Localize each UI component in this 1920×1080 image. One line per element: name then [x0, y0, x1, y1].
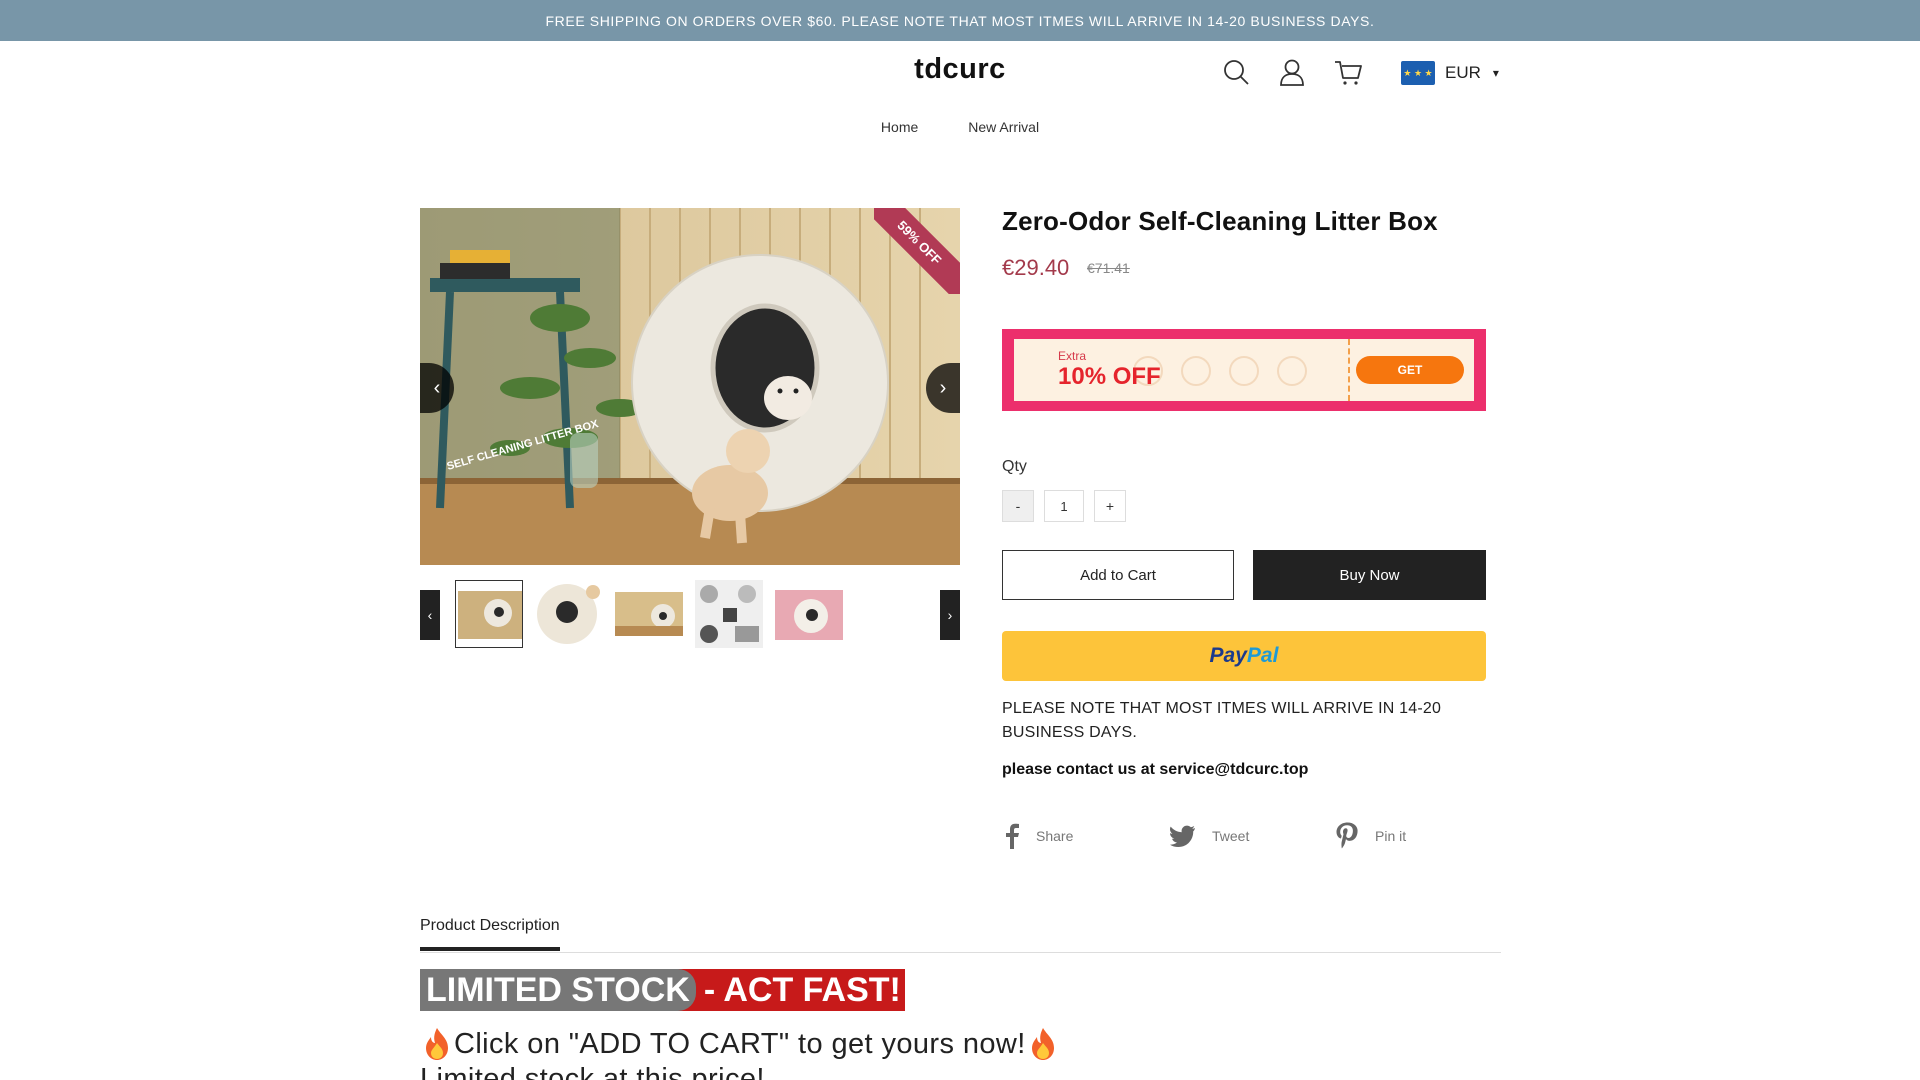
thumbnail-next-button[interactable]: ›: [940, 590, 960, 640]
qty-label: Qty: [1002, 458, 1027, 475]
cart-icon[interactable]: [1334, 58, 1362, 86]
store-logo[interactable]: tdcurc: [0, 53, 1920, 86]
description-line: Click on "ADD TO CART" to get yours now!: [420, 1026, 1060, 1062]
qty-increase-button[interactable]: +: [1094, 490, 1126, 522]
share-pinterest[interactable]: Pin it: [1335, 822, 1406, 850]
paypal-button[interactable]: Pay Pal: [1002, 631, 1486, 681]
share-pinterest-label: Pin it: [1375, 828, 1407, 844]
product-title: Zero-Odor Self-Cleaning Litter Box: [1002, 206, 1438, 236]
search-icon[interactable]: [1222, 58, 1250, 86]
thumbnail[interactable]: [695, 580, 763, 648]
thumbnail-prev-button[interactable]: ‹: [420, 590, 440, 640]
compare-price: €71.41: [1087, 260, 1130, 276]
thumbnail-strip: ‹ ›: [420, 580, 960, 650]
twitter-icon: [1170, 825, 1195, 847]
chevron-right-icon: ›: [939, 376, 947, 399]
facebook-icon: [1006, 823, 1019, 849]
product-price: €29.40: [1002, 255, 1070, 280]
chevron-left-icon: ‹: [433, 376, 441, 399]
share-facebook[interactable]: Share: [1004, 822, 1073, 850]
coupon-discount: 10% OFF: [1058, 363, 1161, 390]
banner-text-part1: LIMITED STOCK: [420, 969, 696, 1011]
coupon-divider: [1348, 339, 1350, 401]
buy-now-button[interactable]: Buy Now: [1253, 550, 1486, 600]
paypal-logo-part1: Pay: [1209, 644, 1247, 667]
limited-stock-banner: LIMITED STOCK - ACT FAST!: [420, 969, 905, 1011]
chevron-right-icon: ›: [947, 607, 953, 623]
chevron-down-icon: ▾: [1492, 66, 1499, 80]
add-to-cart-button[interactable]: Add to Cart: [1002, 550, 1234, 600]
discount-ribbon: 59% OFF: [874, 208, 960, 294]
fire-icon: [1031, 1028, 1054, 1060]
thumbnail[interactable]: [775, 580, 843, 648]
banner-text-part2: - ACT FAST!: [703, 970, 901, 1009]
tab-product-description[interactable]: Product Description: [420, 917, 560, 951]
share-twitter-label: Tweet: [1212, 828, 1250, 844]
currency-label: EUR: [1445, 63, 1481, 82]
user-icon[interactable]: [1278, 58, 1306, 86]
product-main-image[interactable]: SELF CLEANING LITTER BOX 59% OFF: [420, 208, 960, 565]
coupon-extra-label: Extra: [1058, 349, 1087, 363]
discount-badge: 59% OFF: [874, 208, 960, 294]
coupon-pattern: [1134, 356, 1307, 386]
chevron-left-icon: ‹: [427, 607, 433, 623]
shipping-notice: PLEASE NOTE THAT MOST ITMES WILL ARRIVE …: [1002, 700, 1442, 741]
thumbnail[interactable]: [455, 580, 523, 648]
paypal-logo-part2: Pal: [1246, 644, 1279, 667]
eu-flag-icon: ★ ★ ★: [1401, 61, 1435, 85]
share-facebook-label: Share: [1036, 828, 1074, 844]
contact-text: please contact us at service@tdcurc.top: [1002, 761, 1309, 778]
qty-input[interactable]: [1044, 490, 1084, 522]
thumbnail[interactable]: [615, 580, 683, 648]
share-twitter[interactable]: Tweet: [1170, 822, 1249, 850]
qty-decrease-button[interactable]: -: [1002, 490, 1034, 522]
description-line-2: Limited stock at this price!: [420, 1063, 765, 1080]
nav-home[interactable]: Home: [881, 119, 918, 135]
currency-selector[interactable]: ★ ★ ★ EUR ▾: [1401, 60, 1499, 86]
coupon-get-button[interactable]: GET: [1356, 356, 1464, 384]
nav-new-arrival[interactable]: New Arrival: [968, 119, 1039, 135]
coupon-ticket: Extra 10% OFF GET: [1014, 339, 1474, 401]
main-nav: Home New Arrival: [0, 119, 1920, 135]
coupon-banner: Extra 10% OFF GET: [1002, 329, 1486, 411]
description-cta-text: Click on "ADD TO CART" to get yours now!: [454, 1027, 1026, 1060]
pinterest-icon: [1336, 822, 1358, 849]
thumbnail[interactable]: [535, 580, 603, 648]
announcement-bar: FREE SHIPPING ON ORDERS OVER $60. PLEASE…: [0, 0, 1920, 41]
announcement-text: FREE SHIPPING ON ORDERS OVER $60. PLEASE…: [545, 12, 1375, 29]
fire-icon: [426, 1028, 448, 1060]
product-tabs: Product Description: [420, 911, 1501, 953]
